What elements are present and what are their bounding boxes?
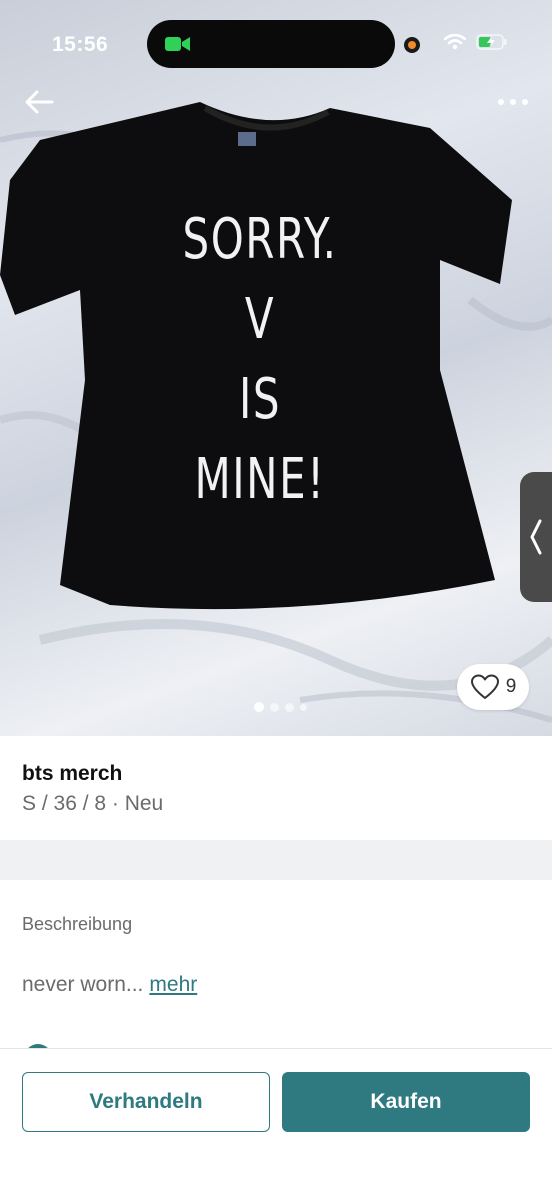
chevron-left-icon [530, 519, 542, 555]
favorite-button[interactable]: 9 [457, 664, 529, 710]
description-text: never worn... mehr [22, 973, 197, 997]
carousel-dot-1[interactable] [254, 702, 264, 712]
dynamic-island [147, 20, 395, 68]
wifi-icon [444, 34, 466, 50]
favorite-count: 9 [505, 676, 517, 697]
shirt-print-line-3: IS MINE! [194, 367, 326, 512]
carousel-dot-4[interactable] [300, 703, 307, 711]
arrow-left-icon[interactable] [22, 86, 56, 118]
action-bar: Verhandeln Kaufen [0, 1048, 552, 1200]
description-more-link[interactable]: mehr [149, 973, 197, 996]
description-body: never worn... [22, 973, 144, 996]
carousel-dot-2[interactable] [270, 702, 279, 712]
item-title: bts merch [22, 762, 123, 785]
recording-dot-icon [404, 37, 420, 53]
status-time: 15:56 [52, 33, 109, 56]
battery-charging-icon [476, 34, 507, 50]
description-label: Beschreibung [22, 914, 133, 934]
negotiate-button[interactable]: Verhandeln [22, 1072, 270, 1132]
product-photo[interactable]: SORRY. V IS MINE! [0, 0, 552, 736]
more-horizontal-icon[interactable] [496, 94, 530, 110]
carousel-indicator [254, 702, 307, 712]
shirt-print-line-1: SORRY. [182, 207, 338, 272]
item-details: S / 36 / 8 · Neu [22, 792, 164, 815]
section-separator [0, 840, 552, 880]
shirt-print-line-2: V [244, 287, 276, 352]
buy-button[interactable]: Kaufen [282, 1072, 530, 1132]
side-panel-handle[interactable] [520, 472, 552, 602]
status-icons [444, 34, 508, 50]
carousel-dot-3[interactable] [285, 702, 294, 712]
facetime-video-icon [165, 37, 190, 51]
heart-icon [470, 674, 499, 699]
